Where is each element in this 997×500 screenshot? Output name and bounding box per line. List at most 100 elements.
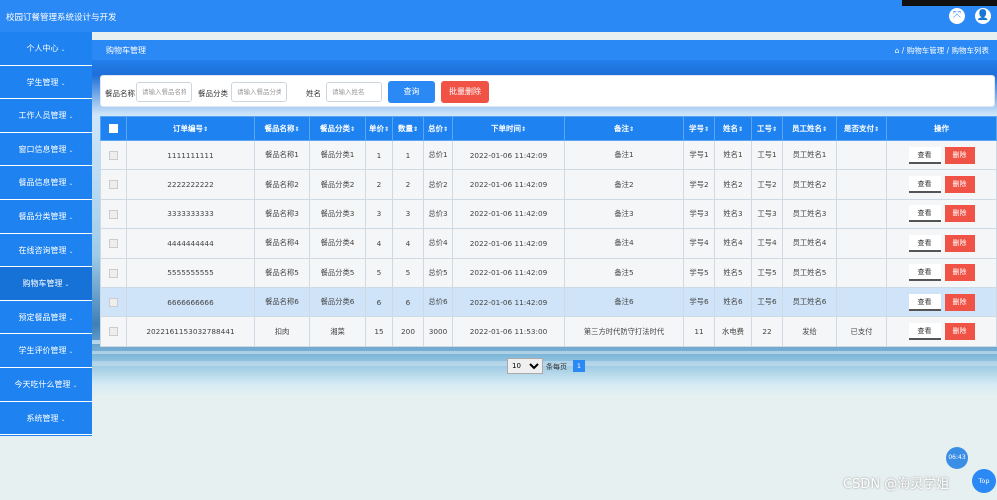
view-button[interactable]: 查看 [908, 205, 941, 223]
breadcrumb[interactable]: ⌂ / 购物车管理 / 购物车列表 [895, 45, 989, 56]
column-header[interactable]: 备注⇕ [564, 116, 684, 141]
column-header[interactable]: 数量⇕ [392, 116, 424, 141]
table-cell: 学号5 [683, 257, 715, 288]
row-checkbox[interactable] [109, 180, 118, 190]
fullscreen-icon[interactable]: ⤧ [949, 8, 965, 24]
view-button[interactable]: 查看 [908, 264, 941, 282]
table-cell [836, 198, 887, 230]
column-header[interactable]: 姓名⇕ [714, 116, 752, 141]
sidebar-item[interactable]: 购物车管理 ⌄ [0, 267, 92, 301]
table-row[interactable]: 1111111111 餐品名称1 餐品分类1 1 1 总价1 2022-01-06 11:4… [100, 139, 997, 171]
delete-button[interactable]: 删除 [944, 264, 975, 282]
column-header[interactable]: 餐品分类⇕ [309, 116, 366, 141]
sidebar-item-label: 窗口信息管理 [18, 144, 67, 154]
user-icon[interactable]: 👤 [975, 8, 991, 24]
sort-icon[interactable]: ⇕ [704, 126, 709, 133]
student-name-input[interactable] [326, 82, 382, 102]
table-cell [836, 286, 887, 318]
sort-icon[interactable]: ⇕ [294, 126, 299, 133]
batch-delete-button[interactable]: 批量删除 [441, 81, 489, 103]
app-title: 校园订餐管理系统设计与开发 [6, 13, 117, 23]
table-cell: 员工姓名3 [782, 198, 837, 230]
sidebar-item[interactable]: 学生评价管理 ⌄ [0, 334, 92, 368]
table-row[interactable]: 2022161153032788441 扣肉 湘菜 15 200 3000 2022-01-… [100, 316, 997, 347]
sort-icon[interactable]: ⇕ [874, 126, 879, 133]
table-row[interactable]: 6666666666 餐品名称6 餐品分类6 6 6 总价6 2022-01-06 11:4… [100, 286, 997, 318]
table-cell: 学号6 [683, 286, 715, 318]
delete-button[interactable]: 删除 [944, 205, 975, 223]
view-button[interactable]: 查看 [908, 293, 941, 311]
table-cell: 工号6 [751, 286, 783, 318]
sidebar-item[interactable]: 餐品信息管理 ⌄ [0, 166, 92, 200]
sort-icon[interactable]: ⇕ [203, 126, 208, 133]
table-cell: 扣肉 [254, 316, 310, 347]
row-checkbox[interactable] [109, 268, 118, 278]
sort-icon[interactable]: ⇕ [350, 126, 355, 133]
table-cell: 2022-01-06 11:42:09 [452, 286, 565, 318]
column-header[interactable]: 学号⇕ [683, 116, 715, 141]
delete-button[interactable]: 删除 [944, 293, 975, 311]
table-cell: 发给 [782, 316, 837, 347]
delete-button[interactable]: 删除 [944, 323, 975, 341]
sort-icon[interactable]: ⇕ [521, 126, 526, 133]
sort-icon[interactable]: ⇕ [413, 126, 418, 133]
row-checkbox[interactable] [109, 150, 118, 160]
sidebar-item[interactable]: 在线咨询管理 ⌄ [0, 234, 92, 268]
view-button[interactable]: 查看 [908, 323, 941, 341]
row-actions: 查看 删除 [886, 228, 997, 259]
table-cell: 总价2 [423, 169, 453, 200]
row-checkbox[interactable] [109, 239, 118, 249]
table-cell: 备注2 [564, 169, 684, 200]
sidebar-item[interactable]: 工作人员管理 ⌄ [0, 99, 92, 133]
row-checkbox[interactable] [109, 209, 118, 219]
current-page-button[interactable]: 1 [573, 360, 585, 372]
row-checkbox[interactable] [109, 327, 118, 337]
column-header[interactable]: 单价⇕ [365, 116, 393, 141]
row-actions: 查看 删除 [886, 257, 997, 288]
sort-icon[interactable]: ⇕ [738, 126, 743, 133]
table-cell: 备注1 [564, 139, 684, 171]
sidebar-item[interactable]: 餐品分类管理 ⌄ [0, 200, 92, 234]
row-actions: 查看 删除 [886, 286, 997, 318]
query-button[interactable]: 查询 [388, 81, 435, 103]
column-header[interactable]: 总价⇕ [423, 116, 453, 141]
table-row[interactable]: 5555555555 餐品名称5 餐品分类5 5 5 总价5 2022-01-06 11:4… [100, 257, 997, 288]
column-header[interactable]: 是否支付⇕ [836, 116, 887, 141]
sort-icon[interactable]: ⇕ [629, 126, 634, 133]
sort-icon[interactable]: ⇕ [822, 126, 827, 133]
view-button[interactable]: 查看 [908, 176, 941, 194]
column-header[interactable]: 下单时间⇕ [452, 116, 565, 141]
view-button[interactable]: 查看 [908, 146, 941, 164]
sidebar-item[interactable]: 系统管理 ⌄ [0, 402, 92, 436]
table-row[interactable]: 2222222222 餐品名称2 餐品分类2 2 2 总价2 2022-01-06 11:4… [100, 169, 997, 200]
dish-category-input[interactable] [231, 82, 287, 102]
column-header[interactable]: 餐品名称⇕ [254, 116, 310, 141]
view-button[interactable]: 查看 [908, 234, 941, 252]
sidebar-item-label: 在线咨询管理 [18, 245, 67, 255]
chevron-down-icon: ⌄ [68, 213, 74, 221]
table-row[interactable]: 3333333333 餐品名称3 餐品分类3 3 3 总价3 2022-01-06 11:4… [100, 198, 997, 230]
column-header[interactable]: 订单编号⇕ [126, 116, 255, 141]
sidebar-item[interactable]: 今天吃什么管理 ⌄ [0, 368, 92, 402]
sort-icon[interactable]: ⇕ [772, 126, 777, 133]
back-to-top-button[interactable]: Top [972, 469, 996, 493]
sidebar-item[interactable]: 预定餐品管理 ⌄ [0, 301, 92, 335]
delete-button[interactable]: 删除 [944, 146, 975, 164]
sidebar-item-label: 个人中心 [26, 44, 59, 53]
select-all-checkbox[interactable] [109, 124, 118, 134]
dish-name-input[interactable] [136, 82, 192, 102]
page-size-select[interactable]: 10 [507, 358, 543, 374]
column-header[interactable]: 员工姓名⇕ [782, 116, 837, 141]
table-cell: 餐品分类5 [309, 257, 366, 288]
sidebar-item[interactable]: 窗口信息管理 ⌄ [0, 133, 92, 167]
column-header[interactable]: 工号⇕ [751, 116, 783, 141]
sort-icon[interactable]: ⇕ [384, 126, 389, 133]
row-checkbox[interactable] [109, 297, 118, 307]
sort-icon[interactable]: ⇕ [443, 126, 448, 133]
column-header-label: 姓名 [722, 124, 738, 133]
delete-button[interactable]: 删除 [944, 176, 975, 194]
sidebar-item[interactable]: 个人中心 ⌄ [0, 32, 92, 66]
sidebar-item[interactable]: 学生管理 ⌄ [0, 66, 92, 100]
delete-button[interactable]: 删除 [944, 234, 975, 252]
table-row[interactable]: 4444444444 餐品名称4 餐品分类4 4 4 总价4 2022-01-06 11:4… [100, 228, 997, 259]
